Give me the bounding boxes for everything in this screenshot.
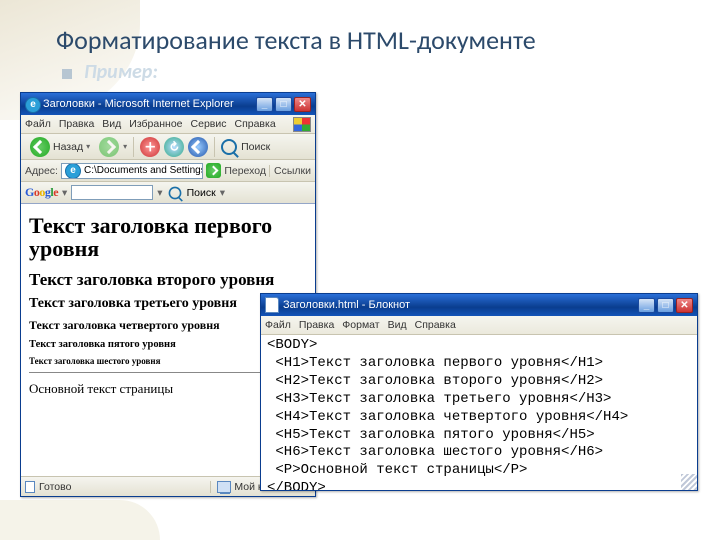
search-icon	[221, 139, 237, 155]
back-label: Назад	[53, 141, 83, 153]
chevron-down-icon: ▾	[86, 142, 90, 151]
separator	[214, 137, 215, 157]
heading-1: Текст заголовка первого уровня	[29, 214, 307, 260]
home-button[interactable]	[188, 137, 208, 157]
links-label[interactable]: Ссылки	[269, 165, 311, 177]
bullet-icon	[62, 69, 72, 79]
notepad-menubar: Файл Правка Формат Вид Справка	[261, 316, 697, 335]
menu-tools[interactable]: Сервис	[191, 118, 227, 130]
google-search-input[interactable]	[71, 185, 153, 200]
ie-titlebar[interactable]: Заголовки - Microsoft Internet Explorer …	[21, 93, 315, 115]
heading-2: Текст заголовка второго уровня	[29, 270, 307, 290]
menu-file[interactable]: Файл	[25, 118, 51, 130]
search-label[interactable]: Поиск	[241, 141, 270, 153]
separator	[133, 137, 134, 157]
notepad-titlebar[interactable]: Заголовки.html - Блокнот _ □ ✕	[261, 294, 697, 316]
menu-view[interactable]: Вид	[388, 319, 407, 331]
resize-grip-icon[interactable]	[681, 474, 697, 490]
refresh-button[interactable]	[164, 137, 184, 157]
notepad-title-text: Заголовки.html - Блокнот	[283, 299, 410, 311]
chevron-down-icon: ▾	[123, 142, 127, 151]
ie-title-text: Заголовки - Microsoft Internet Explorer	[43, 98, 234, 110]
menu-help[interactable]: Справка	[234, 118, 275, 130]
slide-title: Форматирование текста в HTML-документе	[56, 24, 536, 56]
notepad-window: Заголовки.html - Блокнот _ □ ✕ Файл Прав…	[260, 293, 698, 491]
search-icon	[168, 186, 181, 199]
address-label: Адрес:	[25, 165, 58, 177]
minimize-button[interactable]: _	[638, 298, 655, 313]
menu-help[interactable]: Справка	[415, 319, 456, 331]
back-button[interactable]: Назад ▾	[25, 135, 95, 159]
google-search-label[interactable]: Поиск	[187, 187, 216, 199]
address-value: C:\Documents and Settings\Мари	[84, 165, 203, 176]
menu-format[interactable]: Формат	[342, 319, 379, 331]
menu-favorites[interactable]: Избранное	[129, 118, 182, 130]
go-button[interactable]	[206, 163, 221, 178]
status-done: Готово	[39, 481, 71, 493]
windows-flag-icon	[293, 117, 311, 132]
doc-icon	[25, 481, 35, 493]
address-input[interactable]: C:\Documents and Settings\Мари	[61, 163, 203, 179]
back-icon	[30, 137, 50, 157]
ie-icon	[25, 97, 39, 111]
stop-button[interactable]	[140, 137, 160, 157]
notepad-icon	[265, 297, 283, 313]
minimize-button[interactable]: _	[256, 97, 273, 112]
close-button[interactable]: ✕	[294, 97, 311, 112]
ie-menubar: Файл Правка Вид Избранное Сервис Справка	[21, 115, 315, 134]
google-logo-icon[interactable]: Google	[25, 185, 58, 200]
slide-subtitle: Пример:	[84, 60, 158, 84]
slide-footer-decor	[0, 500, 160, 540]
maximize-button[interactable]: □	[275, 97, 292, 112]
menu-view[interactable]: Вид	[102, 118, 121, 130]
page-icon	[65, 163, 81, 179]
menu-edit[interactable]: Правка	[299, 319, 334, 331]
menu-edit[interactable]: Правка	[59, 118, 94, 130]
ie-toolbar: Назад ▾ ▾ Поиск	[21, 134, 315, 160]
close-button[interactable]: ✕	[676, 298, 693, 313]
google-toolbar: Google ▾ ▾ Поиск ▾	[21, 182, 315, 204]
notepad-textarea[interactable]: <BODY> <H1>Текст заголовка первого уровн…	[261, 335, 697, 490]
menu-file[interactable]: Файл	[265, 319, 291, 331]
ie-addressbar: Адрес: C:\Documents and Settings\Мари Пе…	[21, 160, 315, 182]
maximize-button[interactable]: □	[657, 298, 674, 313]
forward-button[interactable]	[99, 137, 119, 157]
go-label: Переход	[224, 165, 266, 177]
computer-icon	[217, 481, 231, 493]
